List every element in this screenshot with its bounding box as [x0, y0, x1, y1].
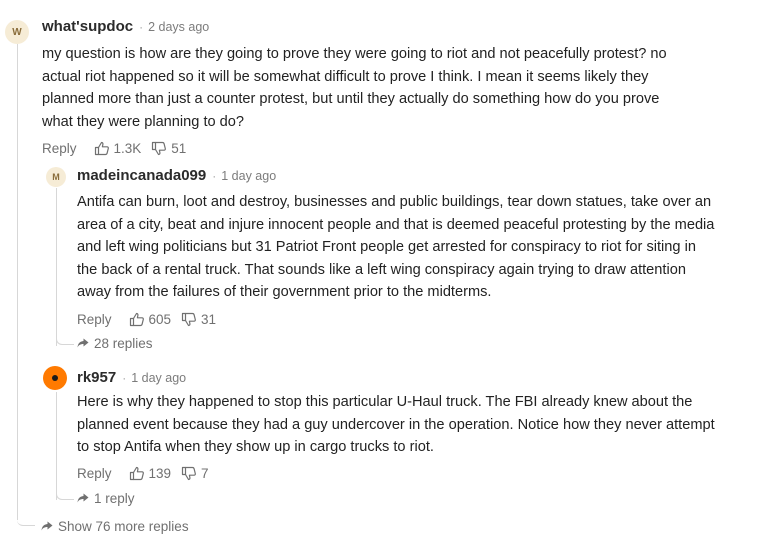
- comment-line: and left wing politicians but 31 Patriot…: [77, 239, 696, 255]
- comment-line: away from the failures of their governme…: [77, 284, 492, 300]
- comment-line: Here is why they happened to stop this p…: [77, 394, 693, 410]
- avatar-letter: M: [52, 172, 60, 182]
- separator: ·: [212, 169, 217, 183]
- timestamp[interactable]: 2 days ago: [148, 20, 209, 34]
- timestamp[interactable]: 1 day ago: [131, 371, 186, 385]
- show-more-replies-label: Show 76 more replies: [58, 518, 189, 534]
- thread-line-comment-2: [56, 188, 57, 346]
- upvote-count: 1.3K: [113, 140, 142, 156]
- comment-body: my question is how are they going to pro…: [42, 43, 762, 133]
- comment-actions: Reply 605 31: [77, 310, 226, 328]
- downvote-count: 31: [201, 311, 217, 327]
- reply-arrow-icon: [77, 338, 89, 348]
- thumbs-down-icon: [181, 466, 196, 480]
- avatar[interactable]: M: [46, 167, 66, 187]
- thumbs-up-icon: [94, 141, 109, 155]
- thumbs-up-icon: [129, 466, 144, 480]
- thread-line-comment-3: [56, 392, 57, 500]
- comment-body: Antifa can burn, loot and destroy, busin…: [77, 191, 767, 304]
- thread-line-root: [17, 44, 18, 520]
- reply-button[interactable]: Reply: [77, 312, 112, 327]
- thumbs-down-icon: [152, 141, 167, 155]
- comment-line: to stop Antifa when they show up in carg…: [77, 439, 434, 455]
- reply-button[interactable]: Reply: [77, 466, 112, 481]
- comment-body: Here is why they happened to stop this p…: [77, 391, 767, 459]
- reply-button[interactable]: Reply: [42, 141, 77, 156]
- view-replies-label: 28 replies: [94, 335, 153, 351]
- downvote-count: 7: [201, 465, 209, 481]
- avatar-letter: W: [12, 26, 22, 38]
- comment-header: what'supdoc · 2 days ago: [42, 18, 209, 35]
- show-more-replies-link[interactable]: Show 76 more replies: [41, 517, 189, 535]
- upvote-button[interactable]: 1.3K: [94, 140, 142, 156]
- comment-header: madeincanada099 · 1 day ago: [77, 167, 276, 184]
- username[interactable]: madeincanada099: [77, 167, 206, 184]
- view-replies-link[interactable]: 28 replies: [77, 334, 153, 352]
- thread-line-comment-3-elbow: [56, 485, 74, 500]
- thumbs-up-icon: [129, 312, 144, 326]
- downvote-button[interactable]: 51: [151, 141, 186, 156]
- avatar-dot-icon: [52, 375, 58, 381]
- comment-actions: Reply 139 7: [77, 464, 219, 482]
- separator: ·: [122, 371, 127, 385]
- view-replies-link[interactable]: 1 reply: [77, 489, 135, 507]
- comment-line: the back of a rental truck. That sounds …: [77, 261, 686, 278]
- thread-line-show-more-elbow: [17, 505, 35, 526]
- upvote-button[interactable]: 139: [129, 465, 172, 481]
- reply-arrow-icon: [41, 521, 53, 531]
- comment-actions: Reply 1.3K 51: [42, 139, 196, 157]
- thread-line-comment-2-elbow: [56, 330, 74, 345]
- avatar[interactable]: [43, 366, 67, 390]
- comment-line: actual riot happened so it will be somew…: [42, 68, 649, 85]
- comment-header: rk957 · 1 day ago: [77, 369, 186, 386]
- downvote-button[interactable]: 7: [181, 466, 209, 481]
- comment-line: what they were planning to do?: [42, 113, 245, 130]
- downvote-count: 51: [171, 140, 187, 156]
- comment-line: Antifa can burn, loot and destroy, busin…: [77, 194, 712, 210]
- reply-arrow-icon: [77, 493, 89, 503]
- comment-line: planned event because they had a guy und…: [77, 416, 715, 433]
- upvote-button[interactable]: 605: [129, 311, 172, 327]
- username[interactable]: rk957: [77, 369, 116, 386]
- upvote-count: 605: [148, 311, 172, 327]
- view-replies-label: 1 reply: [94, 490, 135, 506]
- thumbs-down-icon: [181, 312, 196, 326]
- separator: ·: [139, 20, 144, 34]
- timestamp[interactable]: 1 day ago: [221, 169, 276, 183]
- username[interactable]: what'supdoc: [42, 18, 133, 35]
- comment-line: planned more than just a counter protest…: [42, 91, 660, 107]
- avatar[interactable]: W: [5, 20, 29, 44]
- upvote-count: 139: [148, 465, 172, 481]
- downvote-button[interactable]: 31: [181, 312, 216, 327]
- comment-line: my question is how are they going to pro…: [42, 46, 667, 62]
- comment-line: area of a city, beat and injure innocent…: [77, 216, 715, 233]
